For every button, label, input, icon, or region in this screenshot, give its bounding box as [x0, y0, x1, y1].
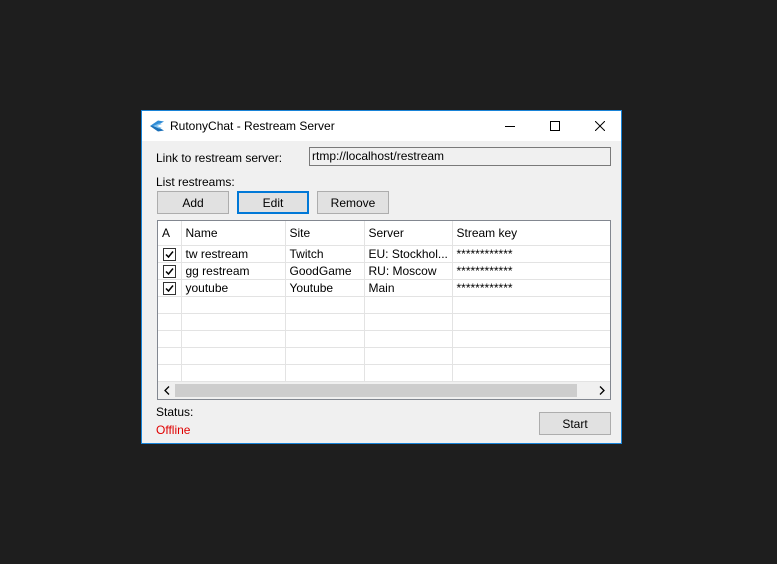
empty-row [158, 330, 610, 348]
stream-key-cell[interactable]: ************ [452, 245, 610, 263]
checkmark-icon [165, 268, 174, 276]
close-button[interactable] [577, 111, 622, 140]
server-cell[interactable]: EU: Stockhol... [364, 245, 453, 263]
chevron-left-icon [163, 386, 169, 395]
stream-key-cell[interactable]: ************ [452, 279, 610, 297]
active-checkbox[interactable] [162, 248, 176, 262]
column-header-site[interactable]: Site [285, 221, 365, 246]
name-cell[interactable]: tw restream [181, 245, 286, 263]
site-cell[interactable]: Youtube [285, 279, 365, 297]
active-cell[interactable] [158, 245, 182, 263]
empty-row [158, 296, 610, 314]
restreams-table: A Name Site Server Stream key tw restrea… [158, 221, 610, 382]
column-header-server[interactable]: Server [364, 221, 453, 246]
column-header-stream-key[interactable]: Stream key [452, 221, 610, 246]
active-checkbox[interactable] [162, 282, 176, 296]
link-label: Link to restream server: [156, 151, 283, 165]
checkmark-icon [165, 285, 174, 293]
table-row[interactable]: youtube Youtube Main ************ [158, 279, 610, 297]
chevron-right-icon [599, 386, 605, 395]
name-cell[interactable]: youtube [181, 279, 286, 297]
restream-server-window: RutonyChat - Restream Server Link to res… [141, 110, 622, 444]
scrollbar-thumb[interactable] [175, 384, 577, 397]
rutonychat-logo-icon [150, 120, 164, 132]
maximize-icon [549, 120, 560, 131]
restreams-grid[interactable]: A Name Site Server Stream key tw restrea… [157, 220, 611, 400]
empty-row [158, 313, 610, 331]
server-cell[interactable]: Main [364, 279, 453, 297]
start-button[interactable]: Start [539, 412, 611, 435]
checkmark-icon [165, 251, 174, 259]
status-label: Status: [156, 405, 194, 419]
minimize-icon [504, 125, 515, 127]
add-button[interactable]: Add [157, 191, 229, 214]
active-cell[interactable] [158, 279, 182, 297]
edit-button[interactable]: Edit [237, 191, 309, 214]
remove-button[interactable]: Remove [317, 191, 389, 214]
empty-row [158, 347, 610, 365]
table-row[interactable]: tw restream Twitch EU: Stockhol... *****… [158, 245, 610, 263]
scroll-left-arrow[interactable] [158, 382, 175, 399]
table-row[interactable]: gg restream GoodGame RU: Moscow ********… [158, 262, 610, 280]
site-cell[interactable]: Twitch [285, 245, 365, 263]
window-title: RutonyChat - Restream Server [170, 119, 335, 133]
column-header-active[interactable]: A [158, 221, 182, 246]
site-cell[interactable]: GoodGame [285, 262, 365, 280]
restream-link-field[interactable]: rtmp://localhost/restream [309, 147, 611, 166]
horizontal-scrollbar[interactable] [158, 382, 610, 399]
status-value: Offline [156, 423, 191, 437]
title-bar[interactable]: RutonyChat - Restream Server [142, 111, 621, 141]
close-icon [594, 120, 605, 131]
active-cell[interactable] [158, 262, 182, 280]
list-restreams-label: List restreams: [156, 175, 235, 189]
stream-key-cell[interactable]: ************ [452, 262, 610, 280]
maximize-button[interactable] [532, 111, 577, 140]
table-header-row: A Name Site Server Stream key [158, 221, 610, 246]
empty-row [158, 364, 610, 382]
minimize-button[interactable] [487, 111, 532, 140]
server-cell[interactable]: RU: Moscow [364, 262, 453, 280]
column-header-name[interactable]: Name [181, 221, 286, 246]
name-cell[interactable]: gg restream [181, 262, 286, 280]
active-checkbox[interactable] [162, 265, 176, 279]
scroll-right-arrow[interactable] [593, 382, 610, 399]
